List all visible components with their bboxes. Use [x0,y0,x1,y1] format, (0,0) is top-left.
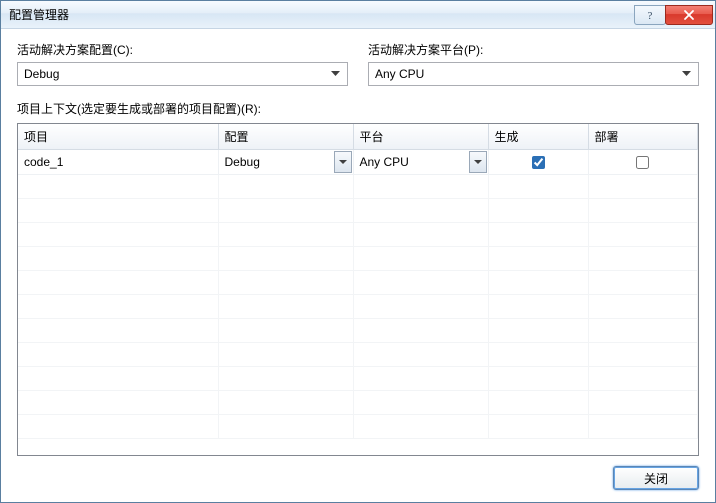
table-row [18,199,698,223]
col-header-build[interactable]: 生成 [488,124,588,150]
chevron-down-icon [682,71,691,77]
col-header-deploy[interactable]: 部署 [588,124,698,150]
table-row [18,367,698,391]
context-label: 项目上下文(选定要生成或部署的项目配置)(R): [17,100,699,117]
table-row [18,391,698,415]
config-cell-dropdown-button[interactable] [334,151,352,173]
col-header-platform[interactable]: 平台 [353,124,488,150]
top-fields: 活动解决方案配置(C): Debug 活动解决方案平台(P): Any CPU [17,41,699,86]
window-title: 配置管理器 [9,6,635,23]
platform-cell-dropdown-button[interactable] [469,151,487,173]
cell-project: code_1 [18,150,218,175]
svg-text:?: ? [648,10,653,21]
table-row [18,343,698,367]
table-row [18,271,698,295]
help-icon: ? [644,9,656,21]
deploy-checkbox[interactable] [636,156,649,169]
active-config-dropdown-button[interactable] [327,63,343,85]
active-config-label: 活动解决方案配置(C): [17,41,348,58]
active-config-combobox[interactable]: Debug [17,62,348,86]
cell-platform: Any CPU [353,150,488,175]
window-controls: ? [635,5,713,25]
help-button[interactable]: ? [634,5,666,25]
table-row [18,319,698,343]
chevron-down-icon [474,160,482,165]
close-icon [683,9,695,21]
col-header-config[interactable]: 配置 [218,124,353,150]
project-context-grid[interactable]: 项目 配置 平台 生成 部署 code_1 Debug [17,123,699,456]
config-cell-value: Debug [220,151,334,173]
titlebar[interactable]: 配置管理器 ? [1,1,715,29]
table-row [18,175,698,199]
platform-cell-value: Any CPU [355,151,469,173]
chevron-down-icon [331,71,340,77]
active-config-field: 活动解决方案配置(C): Debug [17,41,348,86]
active-platform-dropdown-button[interactable] [678,63,694,85]
chevron-down-icon [339,160,347,165]
col-header-project[interactable]: 项目 [18,124,218,150]
active-platform-combobox[interactable]: Any CPU [368,62,699,86]
cell-config: Debug [218,150,353,175]
table-row [18,415,698,439]
active-platform-field: 活动解决方案平台(P): Any CPU [368,41,699,86]
active-config-value: Debug [24,67,327,81]
grid-header-row: 项目 配置 平台 生成 部署 [18,124,698,150]
close-button[interactable]: 关闭 [613,466,699,490]
configuration-manager-window: 配置管理器 ? 活动解决方案配置(C): Debug [0,0,716,503]
table-row [18,295,698,319]
active-platform-label: 活动解决方案平台(P): [368,41,699,58]
cell-build [488,150,588,175]
dialog-footer: 关闭 [17,456,699,490]
client-area: 活动解决方案配置(C): Debug 活动解决方案平台(P): Any CPU [1,29,715,502]
table-row[interactable]: code_1 Debug Any CPU [18,150,698,175]
config-cell-combobox[interactable]: Debug [220,151,352,173]
active-platform-value: Any CPU [375,67,678,81]
table-row [18,247,698,271]
build-checkbox[interactable] [532,156,545,169]
window-close-button[interactable] [665,5,713,25]
table-row [18,223,698,247]
platform-cell-combobox[interactable]: Any CPU [355,151,487,173]
cell-deploy [588,150,698,175]
